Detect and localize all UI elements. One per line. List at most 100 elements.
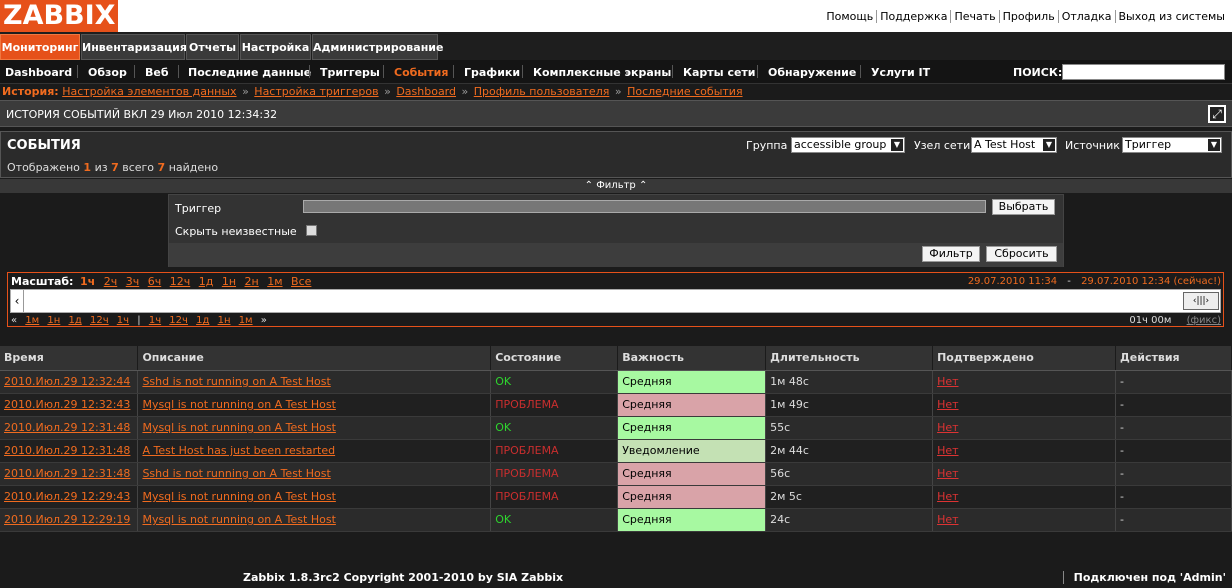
event-description-link[interactable]: Mysql is not running on A Test Host [137, 393, 492, 417]
nav-forward-1d[interactable]: 1д [196, 315, 209, 326]
submenu-screens[interactable]: Комплексные экраны [533, 66, 671, 79]
menu-monitoring[interactable]: Мониторинг [0, 34, 80, 60]
event-time-link[interactable]: 2010.Июл.29 12:32:43 [0, 393, 139, 417]
event-ack-link[interactable]: Нет [932, 439, 1116, 463]
scale-link-12h[interactable]: 12ч [170, 275, 191, 288]
event-description-link-text[interactable]: Mysql is not running on A Test Host [142, 398, 335, 411]
menu-configuration[interactable]: Настройка [240, 34, 311, 60]
reset-button[interactable]: Сбросить [986, 246, 1057, 262]
fixed-period-link[interactable]: (фикс) [1187, 315, 1221, 326]
nav-forward-1m[interactable]: 1м [239, 315, 253, 326]
filter-toggle-bar[interactable]: ⌃ Фильтр ⌃ [0, 179, 1232, 193]
event-time-link-text[interactable]: 2010.Июл.29 12:31:48 [4, 444, 130, 457]
col-time[interactable]: Время [0, 346, 139, 371]
event-description-link[interactable]: Mysql is not running on A Test Host [137, 485, 492, 509]
event-ack-link-text[interactable]: Нет [937, 398, 958, 411]
event-ack-link-text[interactable]: Нет [937, 444, 958, 457]
search-input[interactable] [1062, 64, 1225, 80]
scale-link-3h[interactable]: 3ч [126, 275, 140, 288]
submenu-web[interactable]: Веб [145, 66, 169, 79]
fullscreen-icon[interactable]: ⤢ [1208, 105, 1226, 123]
event-ack-link[interactable]: Нет [932, 508, 1116, 532]
event-ack-link-text[interactable]: Нет [937, 421, 958, 434]
trigger-field[interactable] [303, 200, 986, 213]
event-description-link-text[interactable]: Sshd is not running on A Test Host [142, 375, 330, 388]
event-description-link-text[interactable]: Sshd is not running on A Test Host [142, 467, 330, 480]
zabbix-logo[interactable]: ZABBIX [0, 0, 118, 32]
event-description-link-text[interactable]: A Test Host has just been restarted [142, 444, 335, 457]
menu-inventory[interactable]: Инвентаризация [81, 34, 187, 60]
event-ack-link-text[interactable]: Нет [937, 467, 958, 480]
event-ack-link-text[interactable]: Нет [937, 513, 958, 526]
nav-forward-12h[interactable]: 12ч [169, 315, 188, 326]
print-link[interactable]: Печать [950, 10, 998, 23]
profile-link[interactable]: Профиль [998, 10, 1058, 23]
submenu-maps[interactable]: Карты сети [683, 66, 756, 79]
nav-forward-1w[interactable]: 1н [218, 315, 231, 326]
event-time-link[interactable]: 2010.Июл.29 12:31:48 [0, 439, 139, 463]
submenu-dashboard[interactable]: Dashboard [5, 66, 72, 79]
help-link[interactable]: Помощь [823, 10, 876, 23]
event-ack-link-text[interactable]: Нет [937, 375, 958, 388]
event-description-link[interactable]: Sshd is not running on A Test Host [137, 370, 492, 394]
submenu-graphs[interactable]: Графики [464, 66, 520, 79]
event-time-link-text[interactable]: 2010.Июл.29 12:29:19 [4, 513, 130, 526]
timeline-thumb[interactable]: ‹|||› [1183, 292, 1219, 310]
event-time-link[interactable]: 2010.Июл.29 12:29:43 [0, 485, 139, 509]
event-time-link[interactable]: 2010.Июл.29 12:32:44 [0, 370, 139, 394]
source-select[interactable]: Триггер ▼ [1122, 137, 1222, 153]
history-item-triggers-config[interactable]: Настройка триггеров [254, 85, 378, 98]
scale-link-6h[interactable]: 6ч [148, 275, 162, 288]
event-ack-link[interactable]: Нет [932, 416, 1116, 440]
event-time-link-text[interactable]: 2010.Июл.29 12:32:43 [4, 398, 130, 411]
chevron-left-icon[interactable]: ‹ [11, 290, 24, 312]
event-description-link-text[interactable]: Mysql is not running on A Test Host [142, 490, 335, 503]
support-link[interactable]: Поддержка [876, 10, 950, 23]
event-ack-link[interactable]: Нет [932, 393, 1116, 417]
event-time-link-text[interactable]: 2010.Июл.29 12:31:48 [4, 421, 130, 434]
event-description-link[interactable]: Mysql is not running on A Test Host [137, 508, 492, 532]
history-item-dashboard[interactable]: Dashboard [396, 85, 456, 98]
submenu-overview[interactable]: Обзор [88, 66, 127, 79]
history-item-latest-events[interactable]: Последние события [627, 85, 742, 98]
event-description-link[interactable]: Mysql is not running on A Test Host [137, 416, 492, 440]
scale-link-1h[interactable]: 1ч [80, 275, 95, 288]
logout-link[interactable]: Выход из системы [1114, 10, 1228, 23]
submenu-it-services[interactable]: Услуги IT [871, 66, 930, 79]
event-ack-link-text[interactable]: Нет [937, 490, 958, 503]
menu-reports[interactable]: Отчеты [186, 34, 239, 60]
event-time-link[interactable]: 2010.Июл.29 12:31:48 [0, 462, 139, 486]
debug-link[interactable]: Отладка [1057, 10, 1115, 23]
scale-link-1w[interactable]: 1н [222, 275, 236, 288]
event-ack-link[interactable]: Нет [932, 485, 1116, 509]
nav-back-12h[interactable]: 12ч [90, 315, 109, 326]
event-time-link-text[interactable]: 2010.Июл.29 12:31:48 [4, 467, 130, 480]
event-time-link-text[interactable]: 2010.Июл.29 12:32:44 [4, 375, 130, 388]
event-ack-link[interactable]: Нет [932, 462, 1116, 486]
scale-link-2h[interactable]: 2ч [104, 275, 118, 288]
scale-link-all[interactable]: Все [291, 275, 311, 288]
submenu-events[interactable]: События [394, 66, 448, 79]
scale-link-1d[interactable]: 1д [199, 275, 214, 288]
host-select[interactable]: A Test Host ▼ [971, 137, 1057, 153]
submenu-triggers[interactable]: Триггеры [320, 66, 380, 79]
hide-unknown-checkbox[interactable] [306, 225, 317, 236]
filter-button[interactable]: Фильтр [922, 246, 980, 262]
event-description-link-text[interactable]: Mysql is not running on A Test Host [142, 421, 335, 434]
submenu-latest-data[interactable]: Последние данные [188, 66, 311, 79]
menu-administration[interactable]: Администрирование [312, 34, 443, 60]
history-item-items-config[interactable]: Настройка элементов данных [62, 85, 236, 98]
event-ack-link[interactable]: Нет [932, 370, 1116, 394]
timeline-scrollbar[interactable]: ‹ ‹|||› [10, 289, 1221, 313]
nav-back-1h[interactable]: 1ч [117, 315, 129, 326]
event-description-link-text[interactable]: Mysql is not running on A Test Host [142, 513, 335, 526]
scale-link-1m[interactable]: 1м [267, 275, 282, 288]
submenu-discovery[interactable]: Обнаружение [768, 66, 856, 79]
event-time-link[interactable]: 2010.Июл.29 12:29:19 [0, 508, 139, 532]
event-time-link[interactable]: 2010.Июл.29 12:31:48 [0, 416, 139, 440]
history-item-user-profile[interactable]: Профиль пользователя [474, 85, 610, 98]
event-description-link[interactable]: Sshd is not running on A Test Host [137, 462, 492, 486]
event-time-link-text[interactable]: 2010.Июл.29 12:29:43 [4, 490, 130, 503]
group-select[interactable]: accessible group ▼ [791, 137, 905, 153]
scale-link-2w[interactable]: 2н [245, 275, 259, 288]
